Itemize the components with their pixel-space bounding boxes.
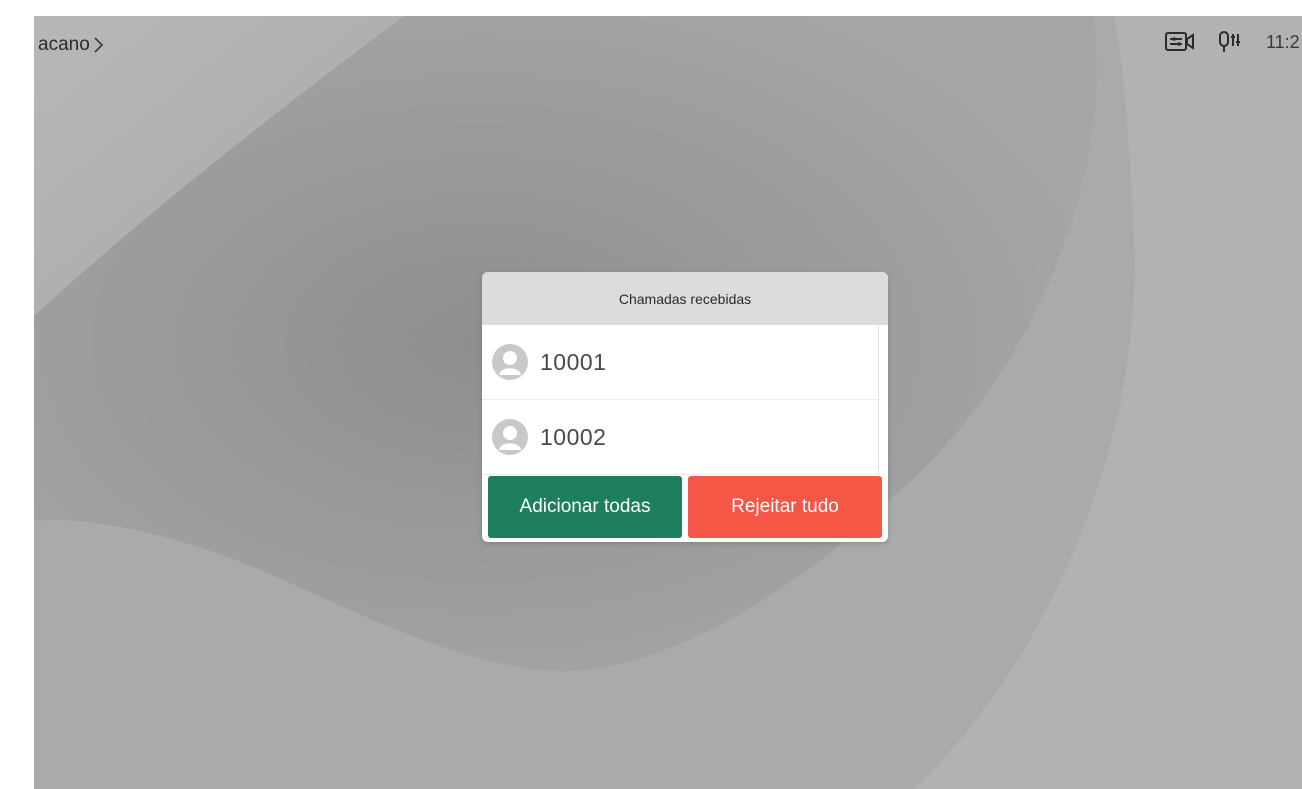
caller-number: 10002 [540, 423, 607, 450]
avatar-icon [492, 419, 528, 455]
touch-screen: acano 11:2 Chamadas recebidas 10001 1000… [34, 16, 1302, 789]
clock: 11:2 [1266, 31, 1300, 52]
location-breadcrumb[interactable]: acano [38, 34, 105, 56]
incoming-calls-dialog: Chamadas recebidas 10001 10002 Adicionar… [482, 272, 888, 542]
call-item[interactable]: 10001 [482, 325, 879, 400]
add-all-button[interactable]: Adicionar todas [488, 476, 682, 538]
caller-number: 10001 [540, 348, 607, 375]
chevron-right-icon [93, 36, 105, 54]
dialog-actions: Adicionar todas Rejeitar tudo [488, 476, 882, 538]
call-item[interactable]: 10002 [482, 400, 879, 475]
location-name: acano [38, 34, 90, 55]
mic-settings-icon[interactable] [1218, 30, 1244, 54]
reject-all-button[interactable]: Rejeitar tudo [688, 476, 882, 538]
status-bar: 11:2 [1164, 30, 1302, 54]
app-frame: acano 11:2 Chamadas recebidas 10001 1000… [0, 0, 1302, 789]
avatar-icon [492, 344, 528, 380]
dialog-title: Chamadas recebidas [482, 272, 888, 325]
video-settings-icon[interactable] [1164, 30, 1196, 54]
